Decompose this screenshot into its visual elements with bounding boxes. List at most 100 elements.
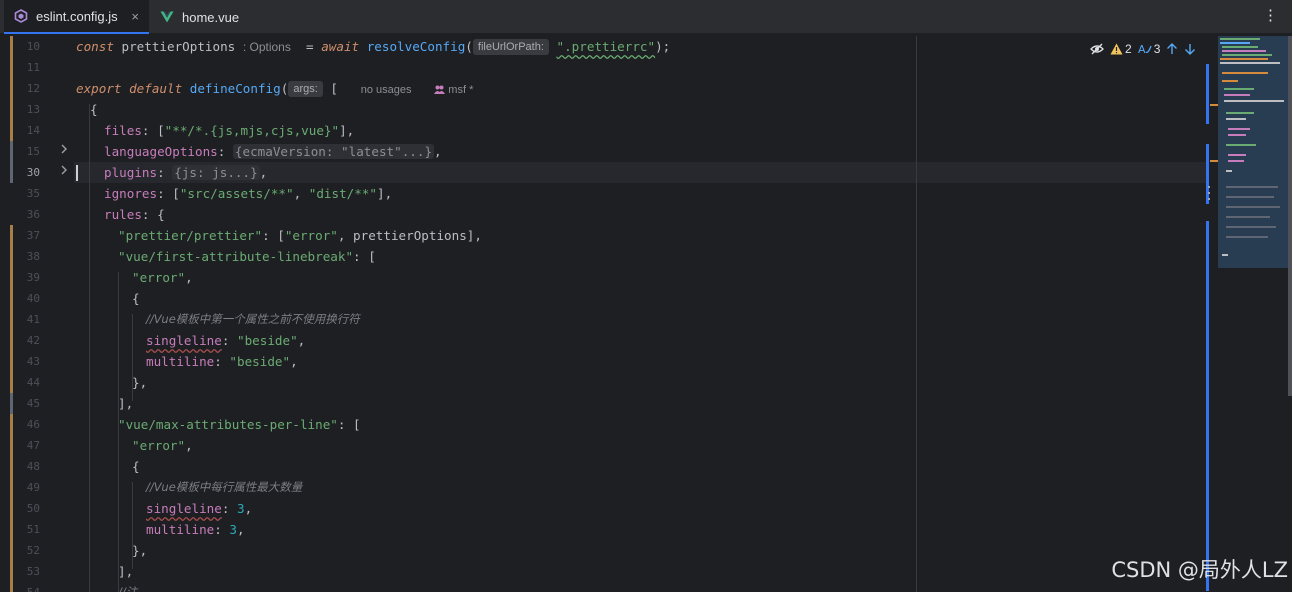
minimap-line bbox=[1222, 46, 1258, 48]
line-number: 39 bbox=[26, 271, 40, 284]
code-line: }, bbox=[132, 375, 148, 390]
code-line: files: ["**/*.{js,mjs,cjs,vue}"], bbox=[104, 123, 355, 138]
code-line: { bbox=[132, 459, 140, 474]
code-line: ], bbox=[118, 564, 134, 579]
next-problem-icon[interactable] bbox=[1184, 43, 1196, 55]
minimap-line bbox=[1224, 100, 1284, 102]
code-line: rules: { bbox=[104, 207, 165, 222]
line-number: 48 bbox=[26, 460, 40, 473]
line-number: 30 bbox=[26, 166, 40, 179]
minimap-line bbox=[1224, 88, 1254, 90]
code-minimap[interactable] bbox=[1218, 36, 1292, 592]
code-area[interactable]: const prettierOptions : Options = await … bbox=[76, 36, 1206, 592]
expand-fold-icon[interactable] bbox=[58, 143, 70, 157]
minimap-line bbox=[1226, 170, 1232, 172]
typos-indicator[interactable]: A 3 bbox=[1138, 42, 1161, 56]
code-line: "error", bbox=[132, 270, 193, 285]
vue-file-icon bbox=[160, 10, 174, 24]
typos-count: 3 bbox=[1153, 42, 1161, 56]
vcs-change-marker bbox=[10, 162, 13, 183]
type-hint: : Options bbox=[242, 40, 291, 54]
vertical-scrollbar[interactable] bbox=[1288, 36, 1292, 396]
usages-hint[interactable]: no usages bbox=[361, 84, 412, 96]
tab-eslint-config[interactable]: eslint.config.js × bbox=[4, 0, 149, 34]
code-line: multiline: 3, bbox=[146, 522, 245, 537]
minimap-line bbox=[1226, 196, 1274, 198]
vcs-change-marker bbox=[10, 414, 13, 592]
code-line: languageOptions: {ecmaVersion: "latest".… bbox=[104, 144, 442, 159]
code-line: plugins: {js: js...}, bbox=[104, 165, 268, 180]
minimap-line bbox=[1226, 216, 1270, 218]
stripe-dot bbox=[1208, 192, 1210, 194]
code-line: singleline: "beside", bbox=[146, 333, 306, 348]
minimap-viewport[interactable] bbox=[1218, 36, 1288, 268]
stripe-dot bbox=[1208, 198, 1210, 200]
warnings-indicator[interactable]: 2 bbox=[1110, 42, 1132, 56]
hide-hints-icon[interactable] bbox=[1090, 43, 1104, 55]
line-number: 35 bbox=[26, 187, 40, 200]
warning-icon bbox=[1110, 43, 1123, 55]
stripe-change-mark bbox=[1206, 64, 1209, 124]
line-number: 46 bbox=[26, 418, 40, 431]
minimap-line bbox=[1228, 154, 1246, 156]
vcs-change-marker bbox=[10, 225, 13, 393]
code-line: export default defineConfig(args: [ no u… bbox=[76, 81, 474, 97]
line-number: 53 bbox=[26, 565, 40, 578]
minimap-line bbox=[1226, 118, 1246, 120]
code-line: multiline: "beside", bbox=[146, 354, 298, 369]
more-tabs-icon[interactable]: ⋮ bbox=[1263, 6, 1278, 24]
folded-region[interactable]: {js: js...} bbox=[172, 165, 260, 180]
code-line: const prettierOptions : Options = await … bbox=[76, 39, 671, 55]
tab-home-vue[interactable]: home.vue bbox=[150, 0, 250, 34]
minimap-line bbox=[1220, 62, 1280, 64]
line-number: 52 bbox=[26, 544, 40, 557]
inspection-widget[interactable]: 2 A 3 bbox=[1090, 41, 1196, 57]
line-number: 51 bbox=[26, 523, 40, 536]
minimap-line bbox=[1226, 226, 1276, 228]
editor-tab-bar: eslint.config.js × home.vue ⋮ bbox=[0, 0, 1292, 34]
line-number: 12 bbox=[26, 82, 40, 95]
line-gutter: 10 11 12 13 14 15 30 35 36 37 38 39 40 4… bbox=[0, 36, 74, 592]
line-number: 47 bbox=[26, 439, 40, 452]
tab-label: eslint.config.js bbox=[36, 8, 118, 24]
minimap-line bbox=[1222, 50, 1266, 52]
parameter-hint: fileUrlOrPath: bbox=[472, 39, 549, 55]
code-comment: //注 bbox=[118, 585, 138, 592]
error-stripe[interactable] bbox=[1206, 36, 1218, 592]
line-number: 15 bbox=[26, 145, 40, 158]
warnings-count: 2 bbox=[1125, 42, 1132, 56]
stripe-warning-mark bbox=[1210, 104, 1218, 106]
line-number: 11 bbox=[26, 61, 40, 74]
code-line: ], bbox=[118, 396, 134, 411]
line-number: 41 bbox=[26, 313, 40, 326]
line-number: 54 bbox=[14, 586, 40, 592]
typo-icon: A bbox=[1138, 43, 1152, 55]
line-number: 37 bbox=[26, 229, 40, 242]
line-number: 36 bbox=[26, 208, 40, 221]
minimap-line bbox=[1228, 134, 1246, 136]
expand-fold-icon[interactable] bbox=[58, 164, 70, 178]
minimap-line bbox=[1228, 160, 1244, 162]
close-tab-icon[interactable]: × bbox=[123, 9, 139, 24]
code-editor[interactable]: 10 11 12 13 14 15 30 35 36 37 38 39 40 4… bbox=[0, 36, 1218, 592]
code-line: "vue/max-attributes-per-line": [ bbox=[118, 417, 361, 432]
parameter-hint: args: bbox=[288, 81, 323, 97]
minimap-line bbox=[1222, 254, 1228, 256]
eslint-file-icon bbox=[14, 9, 28, 23]
tab-label: home.vue bbox=[182, 9, 240, 25]
minimap-line bbox=[1220, 38, 1260, 40]
folded-region[interactable]: {ecmaVersion: "latest"...} bbox=[232, 144, 435, 159]
line-number: 40 bbox=[26, 292, 40, 305]
line-number: 42 bbox=[26, 334, 40, 347]
author-hint[interactable]: msf * bbox=[434, 84, 473, 96]
code-comment: //Vue模板中第一个属性之前不使用换行符 bbox=[146, 312, 360, 326]
watermark: CSDN @局外人LZ bbox=[1111, 558, 1288, 582]
minimap-line bbox=[1222, 72, 1268, 74]
code-line: { bbox=[132, 291, 140, 306]
previous-problem-icon[interactable] bbox=[1166, 43, 1178, 55]
line-number: 45 bbox=[26, 397, 40, 410]
stripe-dot bbox=[1208, 186, 1210, 188]
line-number: 14 bbox=[26, 124, 40, 137]
code-line: singleline: 3, bbox=[146, 501, 253, 516]
minimap-line bbox=[1224, 94, 1250, 96]
